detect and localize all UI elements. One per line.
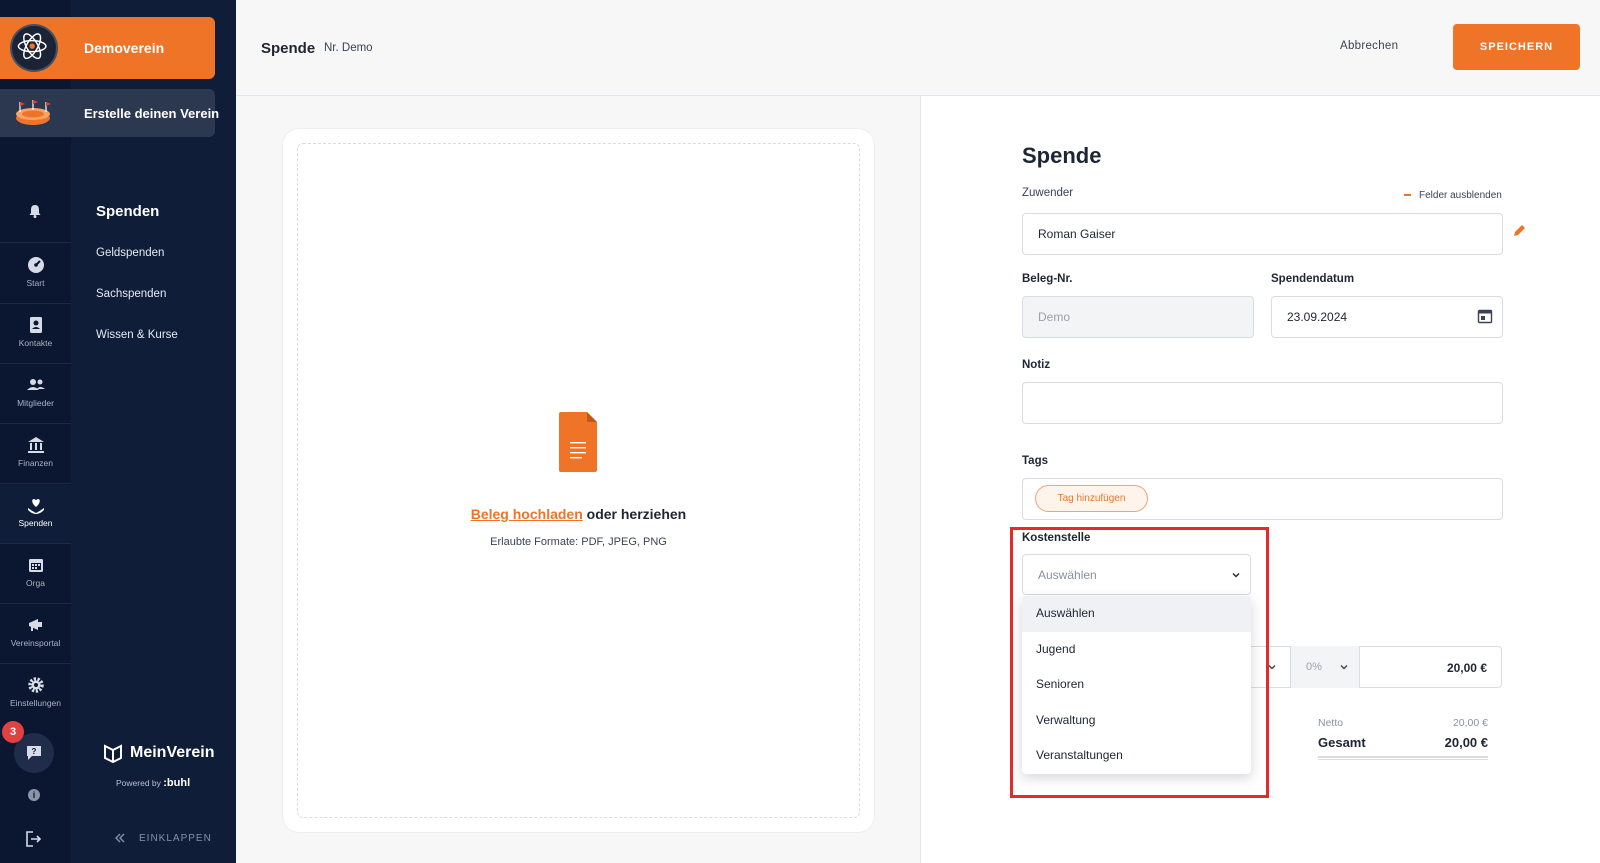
netto-value: 20,00 €: [1452, 717, 1488, 729]
document-icon: [559, 412, 597, 472]
powered-by: Powered by :buhl: [116, 777, 191, 789]
collapse-button[interactable]: EINKLAPPEN: [139, 833, 212, 844]
pencil-icon[interactable]: [1512, 223, 1527, 238]
submenu-link-sachspenden[interactable]: Sachspenden: [96, 288, 166, 300]
gesamt-label: Gesamt: [1318, 735, 1366, 750]
chevron-down-icon[interactable]: [1267, 662, 1277, 672]
zuwender-field[interactable]: Roman Gaiser: [1022, 213, 1503, 255]
contacts-icon: [29, 317, 42, 333]
rail-item-finanzen[interactable]: Finanzen: [0, 425, 71, 483]
chat-icon: ?: [27, 746, 41, 760]
info-icon[interactable]: i: [28, 789, 40, 801]
rail-item-mitglieder[interactable]: Mitglieder: [0, 365, 71, 423]
gear-icon: [27, 677, 44, 693]
rail-divider: [0, 423, 71, 424]
rail-item-orga[interactable]: Orga: [0, 545, 71, 603]
beleg-nr-field: Demo: [1022, 296, 1254, 338]
hide-fields-toggle[interactable]: Felder ausblenden: [1404, 190, 1502, 201]
gesamt-value: 20,00 €: [1444, 735, 1488, 750]
beleg-nr-label: Beleg-Nr.: [1022, 273, 1073, 285]
bell-icon[interactable]: [27, 203, 43, 219]
spendendatum-field[interactable]: 23.09.2024: [1271, 296, 1503, 338]
minus-icon: [1404, 194, 1411, 197]
kostenstelle-dropdown: Auswählen Jugend Senioren Verwaltung Ver…: [1022, 596, 1251, 774]
org-logo-icon: [10, 24, 58, 72]
upload-dropzone[interactable]: [297, 143, 860, 818]
upload-hint: oder herziehen: [586, 506, 687, 522]
megaphone-icon: [28, 619, 42, 631]
org-name: Demoverein: [84, 40, 165, 56]
meinverein-logo-icon: [104, 744, 122, 764]
dropdown-option-senioren[interactable]: Senioren: [1022, 667, 1251, 703]
page-subtitle: Nr. Demo: [324, 42, 373, 54]
chevron-down-icon: [1340, 665, 1348, 670]
rail-divider: [0, 363, 71, 364]
chevron-down-icon: [1232, 573, 1240, 578]
form-title: Spende: [1022, 143, 1102, 168]
upload-link[interactable]: Beleg hochladen: [471, 506, 583, 522]
netto-label: Netto: [1318, 717, 1344, 729]
members-icon: [26, 379, 45, 390]
total-divider: [1318, 756, 1488, 758]
calendar-icon: [28, 559, 43, 572]
kostenstelle-label: Kostenstelle: [1022, 532, 1091, 544]
notiz-field[interactable]: [1022, 382, 1503, 424]
brand-name: MeinVerein: [130, 744, 215, 761]
zuwender-label: Zuwender: [1022, 187, 1074, 199]
notiz-label: Notiz: [1022, 359, 1051, 371]
submenu-link-geldspenden[interactable]: Geldspenden: [96, 247, 164, 259]
spendendatum-label: Spendendatum: [1271, 273, 1355, 285]
dropdown-option-jugend[interactable]: Jugend: [1022, 632, 1251, 668]
page-title: Spende: [261, 40, 316, 57]
tax-rate-select[interactable]: 0%: [1290, 646, 1360, 688]
rail-item-kontakte[interactable]: Kontakte: [0, 305, 71, 363]
allowed-formats: Erlaubte Formate: PDF, JPEG, PNG: [490, 536, 667, 548]
logout-icon[interactable]: [24, 830, 42, 848]
amount-value[interactable]: 20,00 €: [1370, 661, 1487, 675]
submenu-title: Spenden: [96, 203, 160, 220]
rail-item-spenden[interactable]: Spenden: [0, 485, 71, 543]
rail-item-vereinsportal[interactable]: Vereinsportal: [0, 605, 71, 663]
notification-badge: 3: [2, 721, 24, 743]
rail-divider: [0, 303, 71, 304]
tags-label: Tags: [1022, 455, 1048, 467]
chevrons-left-icon[interactable]: [114, 832, 126, 844]
kostenstelle-select[interactable]: Auswählen: [1022, 554, 1251, 595]
rail-divider: [0, 663, 71, 664]
bank-icon: [27, 437, 44, 453]
dropdown-option-auswaehlen[interactable]: Auswählen: [1022, 596, 1251, 632]
rail-divider: [0, 603, 71, 604]
rail-divider: [0, 543, 71, 544]
rail-item-einstellungen[interactable]: Einstellungen: [0, 665, 71, 723]
stadium-icon: [16, 100, 51, 125]
save-button[interactable]: SPEICHERN: [1453, 24, 1580, 70]
calendar-icon[interactable]: [1477, 308, 1493, 324]
dropdown-option-verwaltung[interactable]: Verwaltung: [1022, 703, 1251, 739]
dropdown-option-veranstaltungen[interactable]: Veranstaltungen: [1022, 738, 1251, 774]
create-club-label: Erstelle deinen Verein: [84, 106, 220, 121]
svg-text:?: ?: [32, 747, 37, 756]
total-divider: [1318, 759, 1488, 760]
rail-item-start[interactable]: Start: [0, 245, 71, 303]
rail-divider: [0, 483, 71, 484]
donation-icon: [27, 499, 44, 514]
submenu-link-wissen-kurse[interactable]: Wissen & Kurse: [96, 329, 178, 341]
upload-prompt: Beleg hochladen oder herziehen: [297, 506, 860, 522]
rail-divider: [0, 242, 71, 243]
dashboard-icon: [27, 257, 44, 273]
add-tag-button[interactable]: Tag hinzufügen: [1035, 485, 1148, 512]
cancel-button[interactable]: Abbrechen: [1340, 40, 1398, 52]
